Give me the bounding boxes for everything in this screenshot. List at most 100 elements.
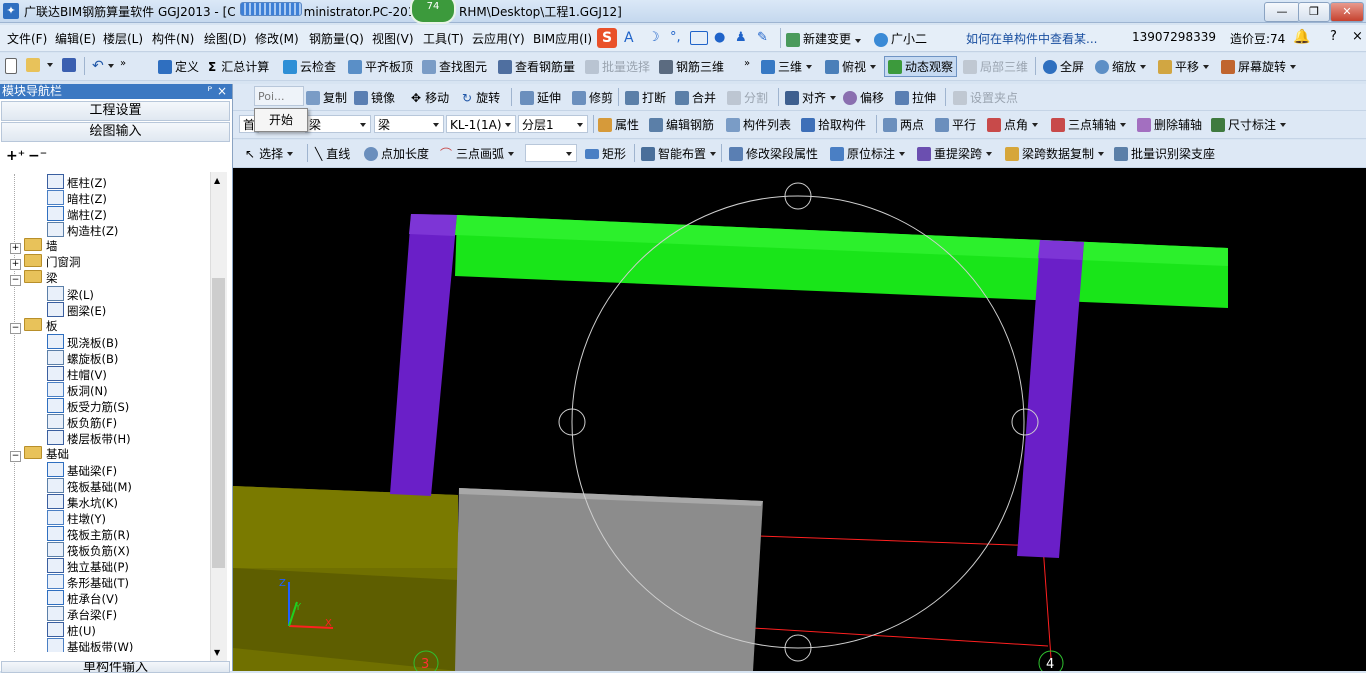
scroll-up-icon[interactable]: ▲ bbox=[214, 176, 220, 185]
bell-icon[interactable]: 🔔 bbox=[1293, 29, 1310, 45]
ime-text-icon[interactable]: A bbox=[624, 30, 634, 46]
menu-component[interactable]: 构件(N) bbox=[152, 30, 194, 47]
tree-item[interactable]: 暗柱(Z) bbox=[47, 190, 107, 206]
batch-select-button[interactable]: 批量选择 bbox=[585, 58, 650, 75]
menu-file[interactable]: 文件(F) bbox=[7, 30, 47, 47]
point-field[interactable]: Poi... bbox=[254, 86, 304, 106]
maximize-button[interactable]: ❐ bbox=[1298, 2, 1330, 22]
batch-identify-supports-button[interactable]: 批量识别梁支座 bbox=[1114, 145, 1215, 162]
undo-icon[interactable]: ↶ bbox=[92, 58, 114, 74]
rotate-button[interactable]: ↻ 旋转 bbox=[462, 89, 500, 106]
collapse-icon[interactable]: − bbox=[10, 275, 21, 286]
tree-folder[interactable]: − 梁 bbox=[10, 270, 58, 286]
tree-item[interactable]: 柱帽(V) bbox=[47, 366, 107, 382]
menu-tools[interactable]: 工具(T) bbox=[423, 30, 464, 47]
top-view-button[interactable]: 俯视 bbox=[825, 58, 877, 75]
summary-calc-button[interactable]: Σ 汇总计算 bbox=[208, 58, 269, 75]
smart-layout-button[interactable]: 智能布置 bbox=[641, 145, 717, 162]
component-type-select[interactable]: 梁 bbox=[305, 115, 371, 133]
scroll-down-icon[interactable]: ▼ bbox=[214, 648, 220, 657]
two-point-button[interactable]: 两点 bbox=[883, 116, 924, 133]
single-component-input-button[interactable]: 单构件输入 bbox=[1, 661, 230, 673]
component-list-button[interactable]: 构件列表 bbox=[726, 116, 791, 133]
tree-item[interactable]: 梁(L) bbox=[47, 286, 94, 302]
open-file-icon[interactable] bbox=[26, 58, 53, 72]
tree-item[interactable]: 圈梁(E) bbox=[47, 302, 106, 318]
modify-beam-segment-button[interactable]: 修改梁段属性 bbox=[729, 145, 818, 162]
collapse-all-icon[interactable]: −⁻ bbox=[28, 148, 47, 164]
minimize-button[interactable]: — bbox=[1264, 2, 1300, 22]
three-point-arc-button[interactable]: ⌒ 三点画弧 bbox=[440, 145, 515, 162]
tree-item[interactable]: 板受力筋(S) bbox=[47, 398, 129, 414]
menu-edit[interactable]: 编辑(E) bbox=[55, 30, 96, 47]
find-element-button[interactable]: 查找图元 bbox=[422, 58, 487, 75]
collapse-icon[interactable]: − bbox=[10, 323, 21, 334]
collapse-icon[interactable]: − bbox=[10, 451, 21, 462]
pick-component-button[interactable]: 拾取构件 bbox=[801, 116, 866, 133]
move-button[interactable]: ✥ 移动 bbox=[411, 89, 449, 106]
arc-mode-select[interactable] bbox=[525, 144, 577, 162]
project-settings-button[interactable]: 工程设置 bbox=[1, 101, 230, 121]
mirror-button[interactable]: 镜像 bbox=[354, 89, 395, 106]
tree-item[interactable]: 现浇板(B) bbox=[47, 334, 118, 350]
tree-item[interactable]: 板洞(N) bbox=[47, 382, 108, 398]
tree-item[interactable]: 基础板带(W) bbox=[47, 638, 133, 652]
expand-icon[interactable]: + bbox=[10, 243, 21, 254]
set-grip-button[interactable]: 设置夹点 bbox=[953, 89, 1018, 106]
layer-select[interactable]: 分层1 bbox=[518, 115, 588, 133]
tree-item[interactable]: 承台梁(F) bbox=[47, 606, 117, 622]
close-button[interactable]: ✕ bbox=[1330, 2, 1364, 22]
notification-badge[interactable]: 74 bbox=[410, 0, 456, 24]
assistant-button[interactable]: 广小二 bbox=[874, 30, 927, 47]
3d-view-button[interactable]: 三维 bbox=[761, 58, 813, 75]
local-3d-button[interactable]: 局部三维 bbox=[963, 58, 1028, 75]
tree-item[interactable]: 条形基础(T) bbox=[47, 574, 129, 590]
tree-item[interactable]: 基础梁(F) bbox=[47, 462, 117, 478]
more-icon[interactable]: » bbox=[120, 58, 126, 69]
new-file-icon[interactable] bbox=[5, 58, 20, 74]
tree-item[interactable]: 独立基础(P) bbox=[47, 558, 129, 574]
dynamic-observe-button[interactable]: 动态观察 bbox=[884, 56, 958, 77]
tree-folder[interactable]: + 墙 bbox=[10, 238, 58, 254]
copy-span-data-button[interactable]: 梁跨数据复制 bbox=[1005, 145, 1105, 162]
point-angle-button[interactable]: 点角 bbox=[987, 116, 1039, 133]
new-change-button[interactable]: 新建变更 bbox=[786, 30, 862, 47]
tree-item[interactable]: 构造柱(Z) bbox=[47, 222, 118, 238]
save-icon[interactable] bbox=[62, 58, 79, 72]
tree-item[interactable]: 筏板负筋(X) bbox=[47, 542, 130, 558]
help-icon[interactable]: ? bbox=[1330, 29, 1337, 44]
menu-floor[interactable]: 楼层(L) bbox=[103, 30, 143, 47]
ime-punct-icon[interactable]: °, bbox=[670, 30, 681, 45]
align-button[interactable]: 对齐 bbox=[785, 89, 837, 106]
menu-draw[interactable]: 绘图(D) bbox=[204, 30, 247, 47]
ime-keyboard-icon[interactable] bbox=[690, 31, 708, 45]
scroll-thumb[interactable] bbox=[212, 278, 225, 568]
menu-cloud[interactable]: 云应用(Y) bbox=[472, 30, 525, 47]
component-name-select[interactable]: KL-1(1A) bbox=[446, 115, 516, 133]
ime-tools-icon[interactable]: ✎ bbox=[757, 30, 768, 45]
menu-modify[interactable]: 修改(M) bbox=[255, 30, 299, 47]
offset-button[interactable]: 偏移 bbox=[843, 89, 884, 106]
point-length-button[interactable]: 点加长度 bbox=[364, 145, 429, 162]
cloud-check-button[interactable]: 云检查 bbox=[283, 58, 336, 75]
delete-axis-button[interactable]: 删除辅轴 bbox=[1137, 116, 1202, 133]
parallel-button[interactable]: 平行 bbox=[935, 116, 976, 133]
component-subtype-select[interactable]: 梁 bbox=[374, 115, 444, 133]
ime-skin-icon[interactable]: ♟ bbox=[735, 30, 747, 45]
trim-button[interactable]: 修剪 bbox=[572, 89, 613, 106]
in-situ-annotation-button[interactable]: 原位标注 bbox=[830, 145, 906, 162]
rebar-3d-button[interactable]: 钢筋三维 bbox=[659, 58, 724, 75]
tree-item[interactable]: 板负筋(F) bbox=[47, 414, 117, 430]
tree-folder[interactable]: − 板 bbox=[10, 318, 58, 334]
menu-rebar-quantity[interactable]: 钢筋量(Q) bbox=[309, 30, 364, 47]
start-item[interactable]: 开始 bbox=[269, 113, 293, 127]
align-slab-top-button[interactable]: 平齐板顶 bbox=[348, 58, 413, 75]
three-point-axis-button[interactable]: 三点辅轴 bbox=[1051, 116, 1127, 133]
tree-scrollbar[interactable]: ▲ ▼ bbox=[210, 172, 227, 662]
tree-item[interactable]: 螺旋板(B) bbox=[47, 350, 118, 366]
extend-button[interactable]: 延伸 bbox=[520, 89, 561, 106]
properties-button[interactable]: 属性 bbox=[598, 116, 639, 133]
tree-folder[interactable]: − 基础 bbox=[10, 446, 69, 462]
close-panel-icon[interactable]: × bbox=[217, 84, 227, 99]
zoom-button[interactable]: 缩放 bbox=[1095, 58, 1147, 75]
